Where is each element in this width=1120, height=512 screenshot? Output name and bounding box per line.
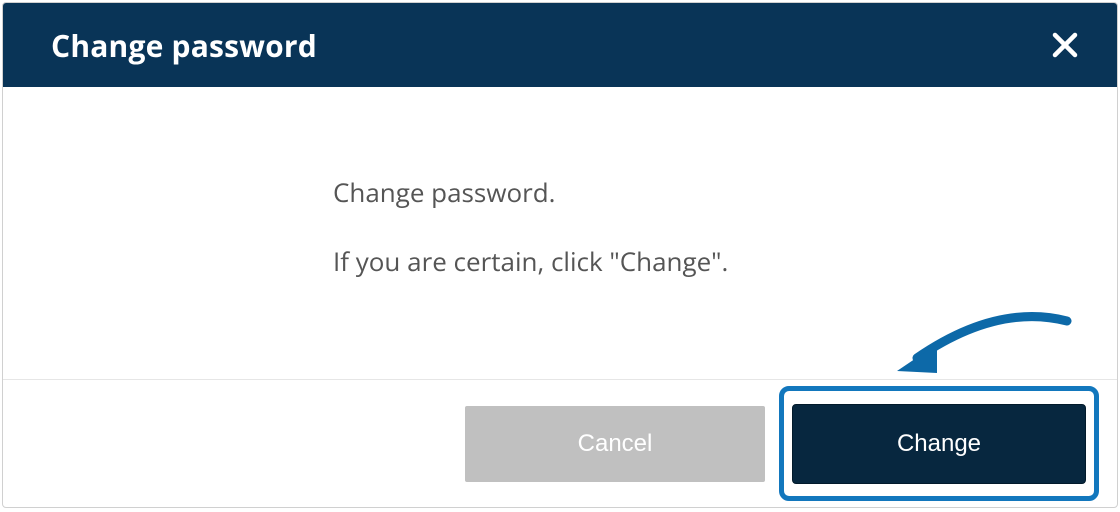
cancel-button[interactable]: Cancel bbox=[465, 406, 765, 482]
body-text-line2: If you are certain, click "Change". bbox=[333, 242, 1077, 281]
dialog-footer: Cancel Change bbox=[3, 379, 1117, 507]
dialog-body: Change password. If you are certain, cli… bbox=[3, 87, 1117, 379]
close-icon bbox=[1051, 31, 1079, 59]
body-text-line1: Change password. bbox=[333, 173, 1077, 212]
change-password-dialog: Change password Change password. If you … bbox=[2, 2, 1118, 508]
change-button-highlight: Change bbox=[779, 386, 1099, 501]
change-button[interactable]: Change bbox=[792, 404, 1086, 484]
dialog-header: Change password bbox=[3, 3, 1117, 87]
close-button[interactable] bbox=[1045, 25, 1085, 65]
dialog-title: Change password bbox=[51, 25, 317, 66]
